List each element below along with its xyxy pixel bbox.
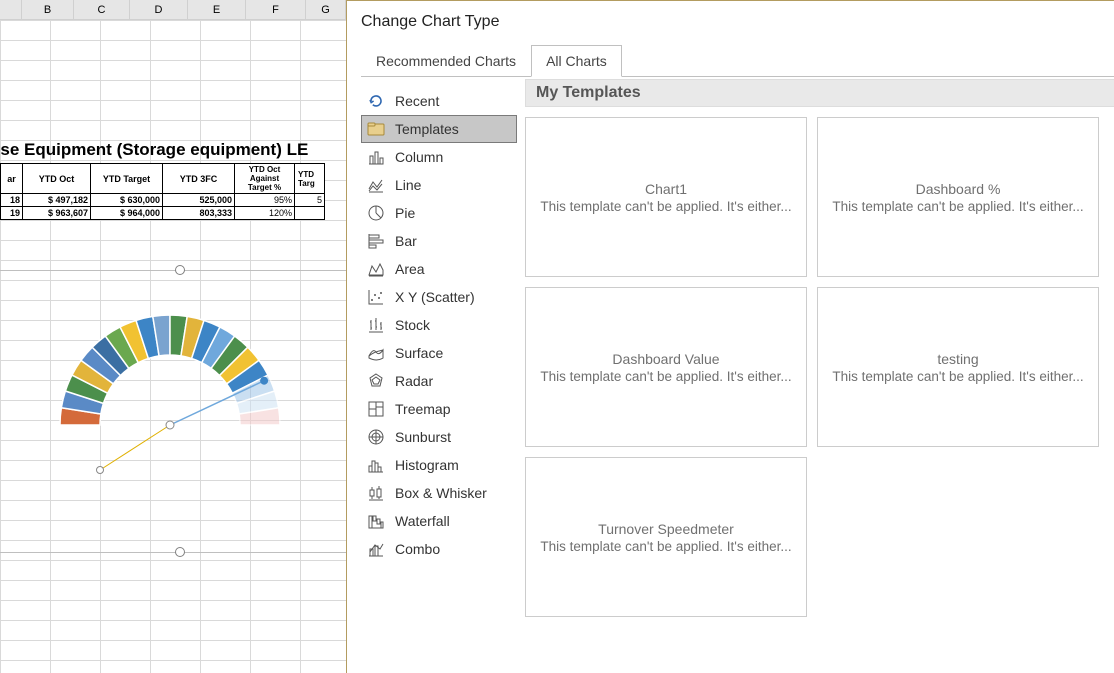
column-icon <box>367 148 385 166</box>
template-tile[interactable]: Chart1 This template can't be applied. It… <box>525 117 807 277</box>
data-table: ar YTD Oct YTD Target YTD 3FC YTD Oct Ag… <box>0 163 325 220</box>
embedded-chart[interactable] <box>0 260 346 560</box>
chart-type-scatter[interactable]: X Y (Scatter) <box>361 283 517 311</box>
tab-all-charts[interactable]: All Charts <box>531 45 622 77</box>
template-name: Turnover Speedmeter <box>598 521 734 537</box>
dialog-title: Change Chart Type <box>347 1 1114 31</box>
col-header: G <box>306 0 346 20</box>
table-row: 18 $ 497,182 $ 630,000 525,000 95% 5 <box>1 194 325 207</box>
col-header: F <box>246 0 306 20</box>
chart-type-recent[interactable]: Recent <box>361 87 517 115</box>
dialog-tabs: Recommended Charts All Charts <box>361 45 1114 77</box>
chart-type-waterfall[interactable]: Waterfall <box>361 507 517 535</box>
area-icon <box>367 260 385 278</box>
chart-type-label: Templates <box>395 121 459 137</box>
chart-type-treemap[interactable]: Treemap <box>361 395 517 423</box>
template-name: Dashboard Value <box>612 351 719 367</box>
chart-type-pie[interactable]: Pie <box>361 199 517 227</box>
chart-type-label: Pie <box>395 205 415 221</box>
boxwhisk-icon <box>367 484 385 502</box>
chart-type-sunburst[interactable]: Sunburst <box>361 423 517 451</box>
chart-type-bar[interactable]: Bar <box>361 227 517 255</box>
surface-icon <box>367 344 385 362</box>
column-headers: B C D E F G <box>0 0 346 20</box>
chart-type-label: Area <box>395 261 425 277</box>
worksheet-title-fragment: use Equipment (Storage equipment) LE <box>0 140 346 164</box>
treemap-icon <box>367 400 385 418</box>
templates-pane: My Templates Chart1 This template can't b… <box>517 79 1114 673</box>
template-message: This template can't be applied. It's eit… <box>530 199 802 214</box>
table-header-row: ar YTD Oct YTD Target YTD 3FC YTD Oct Ag… <box>1 164 325 194</box>
gauge-chart <box>20 280 320 480</box>
chart-type-label: Box & Whisker <box>395 485 487 501</box>
template-message: This template can't be applied. It's eit… <box>822 369 1094 384</box>
template-tile[interactable]: Dashboard % This template can't be applie… <box>817 117 1099 277</box>
stock-icon <box>367 316 385 334</box>
chart-type-label: Column <box>395 149 443 165</box>
chart-type-label: X Y (Scatter) <box>395 289 475 305</box>
template-name: Dashboard % <box>916 181 1001 197</box>
template-name: Chart1 <box>645 181 687 197</box>
combo-icon <box>367 540 385 558</box>
chart-type-area[interactable]: Area <box>361 255 517 283</box>
col-header: B <box>22 0 74 20</box>
table-header: YTD 3FC <box>163 164 235 194</box>
table-header: YTD Targ <box>295 164 325 194</box>
chart-type-label: Combo <box>395 541 440 557</box>
col-header: C <box>74 0 130 20</box>
table-header: YTD Target <box>91 164 163 194</box>
chart-type-surface[interactable]: Surface <box>361 339 517 367</box>
template-message: This template can't be applied. It's eit… <box>822 199 1094 214</box>
selection-handle[interactable] <box>175 547 185 557</box>
col-header <box>0 0 22 20</box>
chart-type-label: Recent <box>395 93 439 109</box>
selection-handle[interactable] <box>175 265 185 275</box>
chart-type-label: Waterfall <box>395 513 450 529</box>
sunburst-icon <box>367 428 385 446</box>
chart-type-line[interactable]: Line <box>361 171 517 199</box>
chart-type-radar[interactable]: Radar <box>361 367 517 395</box>
change-chart-type-dialog: Change Chart Type Recommended Charts All… <box>346 0 1114 673</box>
col-header: D <box>130 0 188 20</box>
histogram-icon <box>367 456 385 474</box>
chart-type-boxwhisk[interactable]: Box & Whisker <box>361 479 517 507</box>
radar-icon <box>367 372 385 390</box>
chart-type-list: Recent Templates Column Line Pie Bar Area X Y (… <box>361 79 517 673</box>
chart-type-combo[interactable]: Combo <box>361 535 517 563</box>
line-icon <box>367 176 385 194</box>
scatter-icon <box>367 288 385 306</box>
chart-type-label: Line <box>395 177 421 193</box>
spreadsheet-area: B C D E F G use Equipment (Storage equip… <box>0 0 346 673</box>
table-row: 19 $ 963,607 $ 964,000 803,333 120% <box>1 207 325 220</box>
table-header: YTD Oct <box>23 164 91 194</box>
table-header: YTD Oct Against Target % <box>235 164 295 194</box>
recent-icon <box>367 92 385 110</box>
template-message: This template can't be applied. It's eit… <box>530 369 802 384</box>
template-name: testing <box>937 351 978 367</box>
chart-type-stock[interactable]: Stock <box>361 311 517 339</box>
template-tile[interactable]: Dashboard Value This template can't be ap… <box>525 287 807 447</box>
chart-type-templates[interactable]: Templates <box>361 115 517 143</box>
waterfall-icon <box>367 512 385 530</box>
chart-type-label: Bar <box>395 233 417 249</box>
template-message: This template can't be applied. It's eit… <box>530 539 802 554</box>
chart-type-label: Histogram <box>395 457 459 473</box>
chart-type-column[interactable]: Column <box>361 143 517 171</box>
chart-type-label: Surface <box>395 345 443 361</box>
chart-type-label: Radar <box>395 373 433 389</box>
chart-type-histogram[interactable]: Histogram <box>361 451 517 479</box>
col-header: E <box>188 0 246 20</box>
table-header: ar <box>1 164 23 194</box>
templates-icon <box>367 120 385 138</box>
chart-type-label: Treemap <box>395 401 451 417</box>
template-grid: Chart1 This template can't be applied. It… <box>525 117 1114 617</box>
pie-icon <box>367 204 385 222</box>
chart-type-label: Stock <box>395 317 430 333</box>
template-tile[interactable]: testing This template can't be applied. I… <box>817 287 1099 447</box>
bar-icon <box>367 232 385 250</box>
tab-recommended-charts[interactable]: Recommended Charts <box>361 45 531 76</box>
chart-type-label: Sunburst <box>395 429 451 445</box>
template-tile[interactable]: Turnover Speedmeter This template can't b… <box>525 457 807 617</box>
templates-heading: My Templates <box>525 79 1114 107</box>
